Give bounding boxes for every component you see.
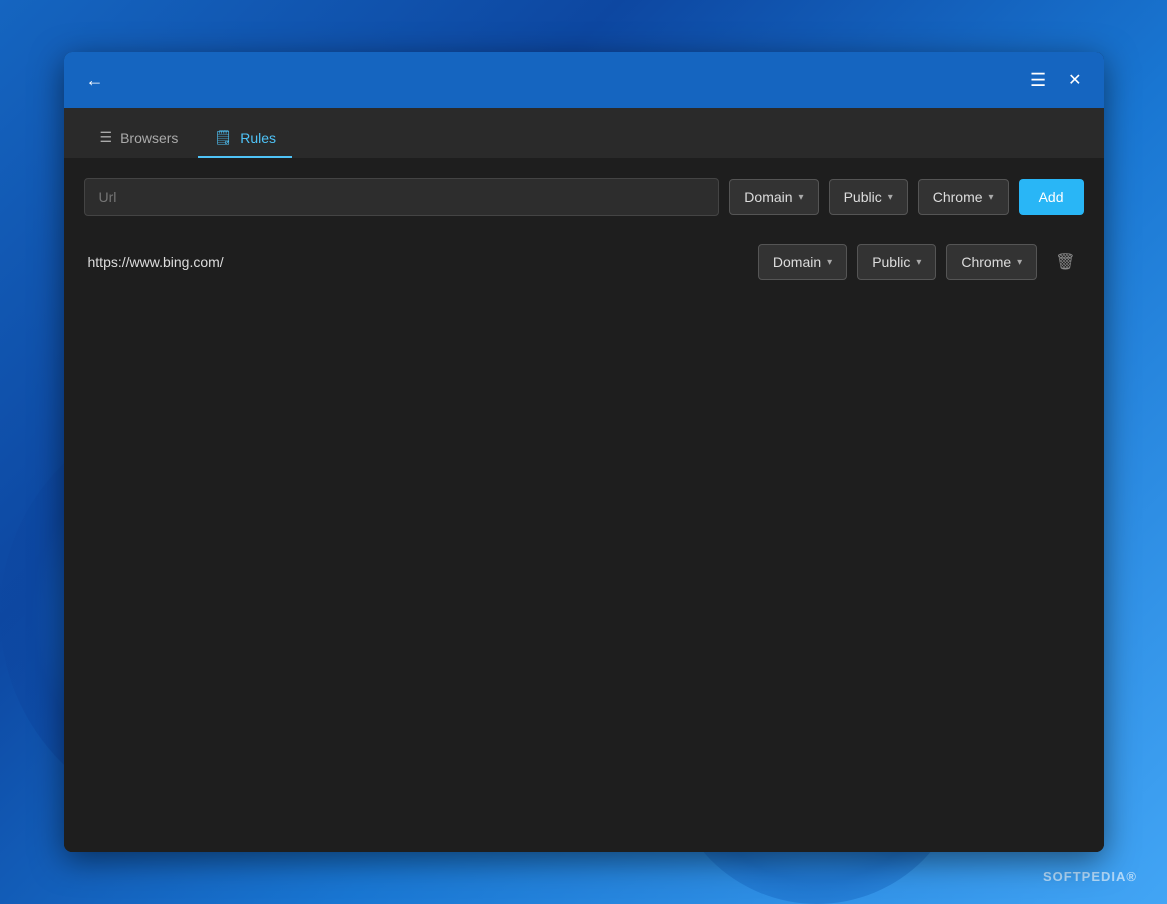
add-rule-row: Domain ▾ Public ▾ Chrome ▾ Add [84, 178, 1084, 216]
rule-chrome-dropdown[interactable]: Chrome ▾ [946, 244, 1037, 280]
rule-public-label: Public [872, 254, 910, 270]
domain-label: Domain [744, 189, 792, 205]
rule-chrome-label: Chrome [961, 254, 1011, 270]
rule-public-dropdown[interactable]: Public ▾ [857, 244, 936, 280]
delete-rule-button[interactable]: 🗑 [1047, 244, 1083, 280]
rule-domain-dropdown[interactable]: Domain ▾ [758, 244, 847, 280]
domain-dropdown[interactable]: Domain ▾ [729, 179, 818, 215]
rules-tab-label: Rules [240, 130, 276, 146]
back-button[interactable]: ← [80, 64, 110, 97]
tab-rules[interactable]: 🗒 Rules [198, 119, 292, 158]
tabs-bar: ☰ Browsers 🗒 Rules [64, 108, 1104, 158]
browsers-tab-label: Browsers [120, 130, 178, 146]
close-button[interactable]: ✕ [1062, 64, 1087, 96]
close-icon: ✕ [1068, 70, 1081, 90]
titlebar-right: ☰ ✕ [1030, 64, 1088, 96]
main-window: ← ☰ ✕ ☰ Browsers 🗒 Rules Domain ▾ [64, 52, 1104, 852]
rule-domain-chevron-icon: ▾ [827, 257, 832, 268]
public-label: Public [844, 189, 882, 205]
chrome-dropdown-add[interactable]: Chrome ▾ [918, 179, 1009, 215]
softpedia-symbol: ® [1126, 869, 1137, 884]
tab-browsers[interactable]: ☰ Browsers [84, 119, 195, 158]
rule-chrome-chevron-icon: ▾ [1017, 257, 1022, 268]
titlebar: ← ☰ ✕ [64, 52, 1104, 108]
rule-public-chevron-icon: ▾ [916, 257, 921, 268]
rules-tab-icon: 🗒 [214, 129, 232, 146]
softpedia-text: SOFTPEDIA [1043, 869, 1126, 884]
back-icon: ← [86, 70, 104, 91]
titlebar-left: ← [80, 64, 110, 97]
url-input[interactable] [84, 178, 720, 216]
chrome-label-add: Chrome [933, 189, 983, 205]
content-area: Domain ▾ Public ▾ Chrome ▾ Add https://w… [64, 158, 1104, 852]
public-chevron-icon: ▾ [888, 192, 893, 203]
chrome-chevron-icon-add: ▾ [989, 192, 994, 203]
softpedia-watermark: SOFTPEDIA® [1043, 869, 1137, 884]
table-row: https://www.bing.com/ Domain ▾ Public ▾ … [84, 236, 1084, 288]
add-button-label: Add [1039, 189, 1064, 205]
browsers-tab-icon: ☰ [100, 129, 113, 146]
public-dropdown[interactable]: Public ▾ [829, 179, 908, 215]
hamburger-icon[interactable]: ☰ [1030, 70, 1046, 91]
rule-url: https://www.bing.com/ [84, 254, 748, 270]
domain-chevron-icon: ▾ [799, 192, 804, 203]
add-button[interactable]: Add [1019, 179, 1084, 215]
delete-icon: 🗑 [1055, 252, 1075, 272]
rule-domain-label: Domain [773, 254, 821, 270]
